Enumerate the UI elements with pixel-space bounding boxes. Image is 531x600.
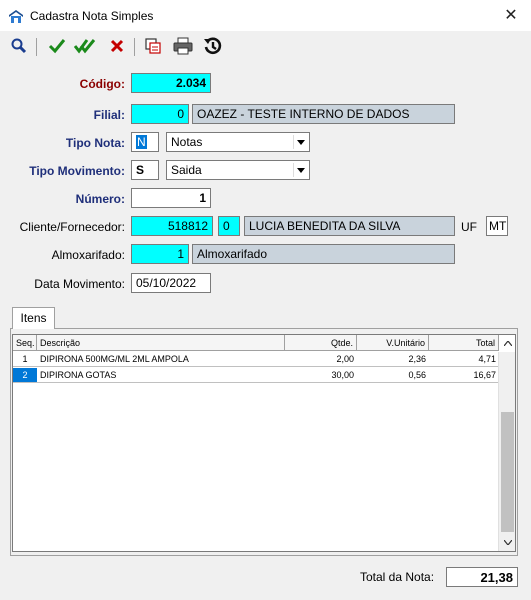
tipo-movimento-label: Tipo Movimento: (29, 164, 125, 178)
cliente-name-field: LUCIA BENEDITA DA SILVA (244, 216, 455, 236)
cell-total: 4,71 (478, 354, 496, 364)
almoxarifado-code-field[interactable]: 1 (131, 244, 189, 264)
uf-label: UF (461, 220, 477, 234)
almoxarifado-label: Almoxarifado: (51, 248, 125, 262)
data-movimento-label: Data Movimento: (34, 277, 125, 291)
toolbar-separator (134, 38, 135, 56)
title-bar: Cadastra Nota Simples ✕ (0, 0, 531, 31)
tipo-movimento-select[interactable]: Saida (166, 160, 310, 180)
double-check-icon[interactable] (74, 35, 96, 57)
filial-code-field[interactable]: 0 (131, 104, 189, 124)
cell-seq: 1 (22, 354, 28, 364)
app-icon (9, 10, 23, 23)
column-header-seq[interactable]: Seq. (13, 335, 37, 351)
toolbar-separator (36, 38, 37, 56)
history-icon[interactable] (202, 35, 224, 57)
tipo-movimento-selected: Saida (171, 163, 202, 177)
vertical-scrollbar[interactable] (498, 352, 515, 551)
data-movimento-field[interactable]: 05/10/2022 (131, 273, 211, 293)
column-header-qtde[interactable]: Qtde. (285, 335, 357, 351)
filial-name-field: OAZEZ - TESTE INTERNO DE DADOS (192, 104, 455, 124)
uf-field[interactable]: MT (486, 216, 508, 236)
tipo-nota-label: Tipo Nota: (65, 136, 125, 150)
row-divider (13, 366, 499, 367)
cliente-sub-field[interactable]: 0 (218, 216, 240, 236)
table-row[interactable]: 2 DIPIRONA GOTAS 30,00 0,56 16,67 (13, 368, 499, 383)
column-header-descricao[interactable]: Descrição (37, 335, 285, 351)
cell-seq: 2 (13, 368, 37, 383)
codigo-label: Código: (79, 77, 125, 91)
tipo-nota-code: N (136, 135, 147, 149)
items-grid: Seq. Descrição Qtde. V.Unitário Total 1 … (12, 334, 516, 552)
cell-qtde: 2,00 (336, 354, 354, 364)
delete-icon[interactable] (106, 35, 128, 57)
copy-icon[interactable] (142, 35, 164, 57)
row-divider (13, 382, 499, 383)
chevron-down-icon[interactable] (499, 534, 516, 551)
filial-label: Filial: (93, 108, 125, 122)
cliente-code-field[interactable]: 518812 (131, 216, 213, 236)
cell-descricao: DIPIRONA 500MG/ML 2ML AMPOLA (40, 354, 189, 364)
numero-label: Número: (75, 192, 125, 206)
tipo-nota-code-field[interactable]: N (131, 132, 159, 152)
grid-header: Seq. Descrição Qtde. V.Unitário Total (13, 335, 512, 351)
chevron-down-icon[interactable] (293, 163, 307, 177)
column-header-unitario[interactable]: V.Unitário (357, 335, 429, 351)
cell-unitario: 0,56 (408, 370, 426, 380)
total-field: 21,38 (446, 567, 518, 587)
cliente-label: Cliente/Fornecedor: (19, 220, 125, 234)
total-label: Total da Nota: (360, 570, 435, 584)
cell-descricao: DIPIRONA GOTAS (40, 370, 117, 380)
print-icon[interactable] (172, 35, 194, 57)
numero-field[interactable]: 1 (131, 188, 211, 208)
cell-total: 16,67 (473, 370, 496, 380)
cell-unitario: 2,36 (408, 354, 426, 364)
scrollbar-thumb[interactable] (501, 412, 514, 532)
tab-itens[interactable]: Itens (12, 307, 55, 329)
tipo-nota-selected: Notas (171, 135, 203, 149)
window-title: Cadastra Nota Simples (30, 9, 154, 23)
codigo-field[interactable]: 2.034 (131, 73, 211, 93)
almoxarifado-name-field: Almoxarifado (192, 244, 455, 264)
toolbar (0, 31, 531, 63)
table-row[interactable]: 1 DIPIRONA 500MG/ML 2ML AMPOLA 2,00 2,36… (13, 352, 499, 367)
tipo-nota-select[interactable]: Notas (166, 132, 310, 152)
close-button[interactable]: ✕ (491, 0, 531, 31)
search-icon[interactable] (8, 35, 30, 57)
chevron-down-icon[interactable] (293, 135, 307, 149)
check-icon[interactable] (46, 35, 68, 57)
chevron-up-icon[interactable] (501, 335, 515, 351)
tipo-movimento-code-field[interactable]: S (131, 160, 159, 180)
column-header-total[interactable]: Total (429, 335, 499, 351)
cell-qtde: 30,00 (331, 370, 354, 380)
